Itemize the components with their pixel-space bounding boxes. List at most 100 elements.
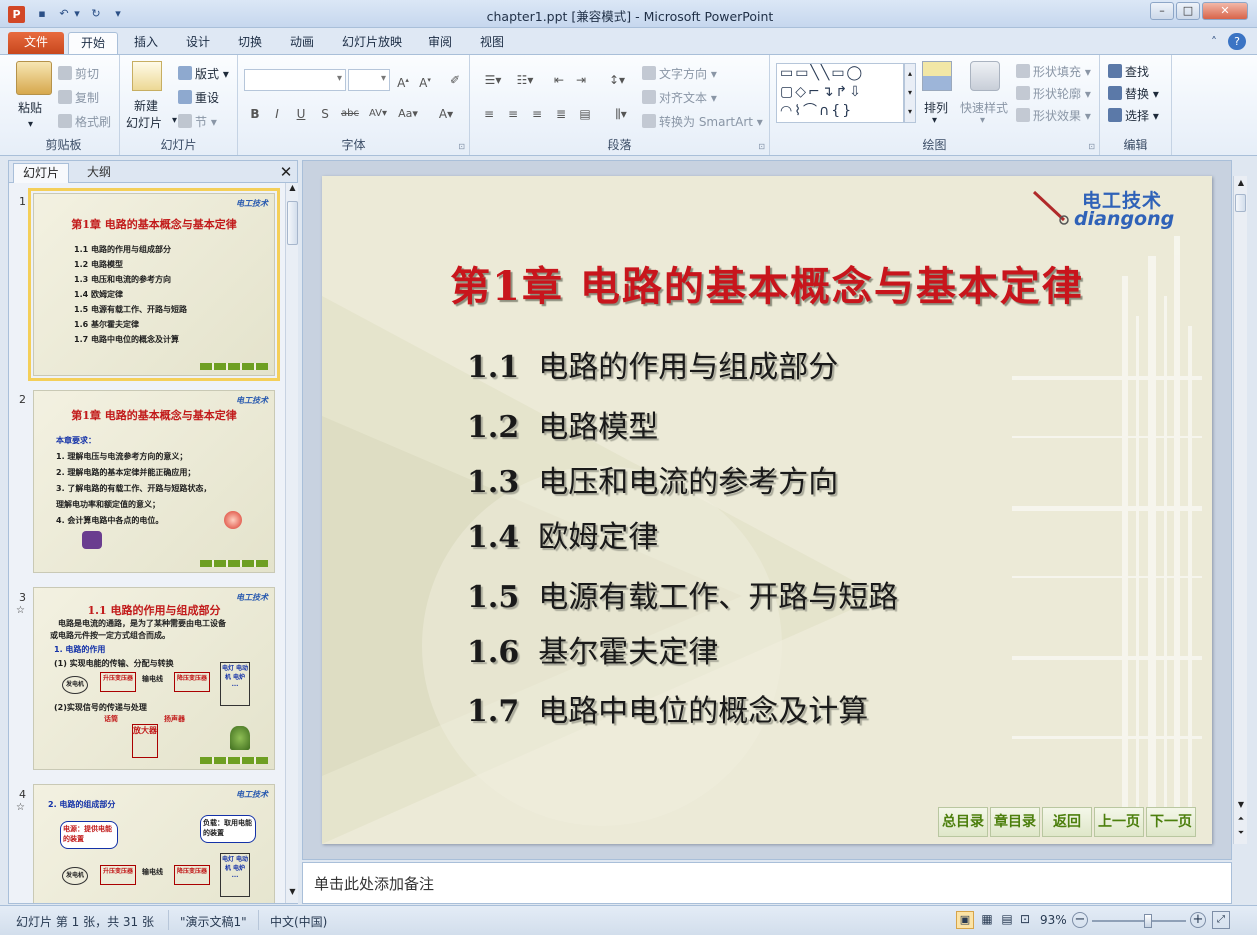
- reset-button[interactable]: 重设: [178, 89, 219, 106]
- tab-animations[interactable]: 动画: [280, 32, 324, 54]
- italic-icon[interactable]: I: [268, 105, 286, 123]
- shape-fill-button[interactable]: 形状填充 ▾: [1016, 63, 1091, 80]
- underline-icon[interactable]: U: [292, 105, 310, 123]
- find-button[interactable]: 查找: [1108, 63, 1149, 80]
- zoom-out-icon[interactable]: −: [1072, 912, 1088, 928]
- align-center-icon[interactable]: ≡: [504, 105, 522, 123]
- slide-thumbnail-1[interactable]: 电工技术 第1章 电路的基本概念与基本定律 1.1 电路的作用与组成部分 1.2…: [28, 188, 280, 381]
- next-slide-icon[interactable]: ⏷: [1235, 828, 1247, 842]
- tab-view[interactable]: 视图: [472, 32, 512, 54]
- font-size-combo[interactable]: ▾: [348, 69, 390, 91]
- dialog-launcher-icon[interactable]: ⊡: [758, 142, 765, 151]
- shapes-gallery-scroll[interactable]: ▴ ▾ ▾: [904, 63, 916, 123]
- new-slide-dropdown-icon[interactable]: ▾: [172, 115, 177, 126]
- theme-status[interactable]: "演示文稿1": [180, 913, 247, 930]
- current-slide[interactable]: 电工技术 diangong 第1章 电路的基本概念与基本定律 1.1 电路的作用…: [322, 176, 1212, 844]
- cut-button[interactable]: 剪切: [58, 65, 99, 82]
- text-direction-button[interactable]: 文字方向 ▾: [642, 65, 717, 82]
- bold-icon[interactable]: B: [246, 105, 264, 123]
- zoom-slider-thumb[interactable]: [1143, 914, 1152, 928]
- scroll-thumb[interactable]: [287, 201, 298, 245]
- maximize-button[interactable]: □: [1176, 2, 1200, 20]
- tab-home[interactable]: 开始: [68, 32, 118, 54]
- align-right-icon[interactable]: ≡: [528, 105, 546, 123]
- distribute-icon[interactable]: ▤: [576, 105, 594, 123]
- align-text-button[interactable]: 对齐文本 ▾: [642, 89, 717, 106]
- slide-thumbnail-3[interactable]: 电工技术 1.1 电路的作用与组成部分 电路是电流的通路，是为了某种需要由电工设…: [33, 587, 275, 770]
- smartart-button[interactable]: 转换为 SmartArt ▾: [642, 113, 763, 130]
- nav-prev-button[interactable]: 上一页: [1094, 807, 1144, 837]
- arrange-button[interactable]: 排列: [924, 99, 948, 116]
- tab-outline[interactable]: 大纲: [73, 163, 125, 183]
- paste-dropdown-icon[interactable]: ▾: [28, 119, 33, 130]
- scroll-up-icon[interactable]: ▲: [1235, 178, 1247, 192]
- nav-back-button[interactable]: 返回: [1042, 807, 1092, 837]
- slide-sorter-icon[interactable]: ▦: [978, 912, 996, 928]
- help-icon[interactable]: ?: [1228, 33, 1246, 50]
- dialog-launcher-icon[interactable]: ⊡: [1088, 142, 1095, 151]
- reading-view-icon[interactable]: ▤: [998, 912, 1016, 928]
- quick-styles-button[interactable]: 快速样式: [960, 99, 1008, 116]
- language-status[interactable]: 中文(中国): [270, 913, 327, 930]
- nav-main-toc-button[interactable]: 总目录: [938, 807, 988, 837]
- line-spacing-icon[interactable]: ↕▾: [604, 71, 630, 89]
- slide-scrollbar[interactable]: ▲ ▼ ⏶ ⏷: [1233, 176, 1247, 844]
- tab-design[interactable]: 设计: [176, 32, 220, 54]
- zoom-level[interactable]: 93%: [1040, 913, 1067, 927]
- copy-button[interactable]: 复制: [58, 89, 99, 106]
- scroll-up-icon[interactable]: ▲: [287, 183, 298, 197]
- toc-item[interactable]: 1.7 电路中电位的概念及计算: [467, 686, 868, 730]
- grow-font-icon[interactable]: A▴: [394, 71, 412, 90]
- quick-styles-dropdown-icon[interactable]: ▾: [980, 115, 985, 126]
- change-case-icon[interactable]: Aa▾: [396, 105, 420, 123]
- shrink-font-icon[interactable]: A▾: [416, 71, 434, 90]
- toc-item[interactable]: 1.3 电压和电流的参考方向: [467, 457, 838, 501]
- scroll-down-icon[interactable]: ▼: [287, 887, 298, 901]
- slide-thumbnail-4[interactable]: 电工技术 2. 电路的组成部分 电源：提供电能的装置 负载：取用电能的装置 发电…: [33, 784, 275, 903]
- quick-styles-icon[interactable]: [970, 61, 1000, 91]
- shape-effects-button[interactable]: 形状效果 ▾: [1016, 107, 1091, 124]
- arrange-icon[interactable]: [922, 61, 952, 91]
- customize-toolbar-icon[interactable]: ▾: [112, 6, 124, 22]
- tab-insert[interactable]: 插入: [124, 32, 168, 54]
- layout-button[interactable]: 版式 ▾: [178, 65, 229, 82]
- slide-title[interactable]: 第1章 电路的基本概念与基本定律: [322, 254, 1212, 312]
- slideshow-view-icon[interactable]: ⊡: [1016, 912, 1034, 928]
- shapes-gallery[interactable]: ▭▭╲╲▭◯ ▢◇⌐↴↱⇩ ◠⌇⌒∩{}: [776, 63, 904, 123]
- redo-icon[interactable]: ↻: [88, 6, 104, 22]
- columns-icon[interactable]: ⫼▾: [608, 105, 634, 123]
- font-color-icon[interactable]: A▾: [434, 105, 458, 123]
- arrange-dropdown-icon[interactable]: ▾: [932, 115, 937, 126]
- scroll-thumb[interactable]: [1235, 194, 1246, 212]
- fit-to-window-icon[interactable]: ⤢: [1212, 911, 1230, 929]
- nav-next-button[interactable]: 下一页: [1146, 807, 1196, 837]
- scroll-down-icon[interactable]: ▼: [1235, 800, 1247, 814]
- powerpoint-app-icon[interactable]: P: [8, 6, 25, 23]
- increase-indent-icon[interactable]: ⇥: [572, 71, 590, 89]
- bullets-icon[interactable]: ☰▾: [480, 71, 506, 89]
- minimize-button[interactable]: –: [1150, 2, 1174, 20]
- toc-item[interactable]: 1.4 欧姆定律: [467, 512, 658, 556]
- dialog-launcher-icon[interactable]: ⊡: [458, 142, 465, 151]
- zoom-slider[interactable]: [1092, 914, 1186, 928]
- close-button[interactable]: ✕: [1202, 2, 1248, 20]
- tab-review[interactable]: 审阅: [420, 32, 460, 54]
- thumbnails-scrollbar[interactable]: ▲ ▼: [285, 183, 298, 903]
- nav-chapter-toc-button[interactable]: 章目录: [990, 807, 1040, 837]
- zoom-in-icon[interactable]: +: [1190, 912, 1206, 928]
- toc-item[interactable]: 1.2 电路模型: [467, 402, 658, 446]
- tab-transitions[interactable]: 切换: [228, 32, 272, 54]
- select-button[interactable]: 选择 ▾: [1108, 107, 1159, 124]
- toc-item[interactable]: 1.6 基尔霍夫定律: [467, 627, 718, 671]
- slide-thumbnail-2[interactable]: 电工技术 第1章 电路的基本概念与基本定律 本章要求： 1. 理解电压与电流参考…: [33, 390, 275, 573]
- align-left-icon[interactable]: ≡: [480, 105, 498, 123]
- new-slide-icon[interactable]: [132, 61, 162, 91]
- numbering-icon[interactable]: ☷▾: [512, 71, 538, 89]
- clear-format-icon[interactable]: ✐: [446, 71, 464, 89]
- decrease-indent-icon[interactable]: ⇤: [550, 71, 568, 89]
- previous-slide-icon[interactable]: ⏶: [1235, 814, 1247, 828]
- tab-slides[interactable]: 幻灯片: [13, 163, 69, 183]
- format-painter-button[interactable]: 格式刷: [58, 113, 111, 130]
- section-button[interactable]: 节 ▾: [178, 113, 217, 130]
- char-spacing-icon[interactable]: AV▾: [366, 105, 390, 123]
